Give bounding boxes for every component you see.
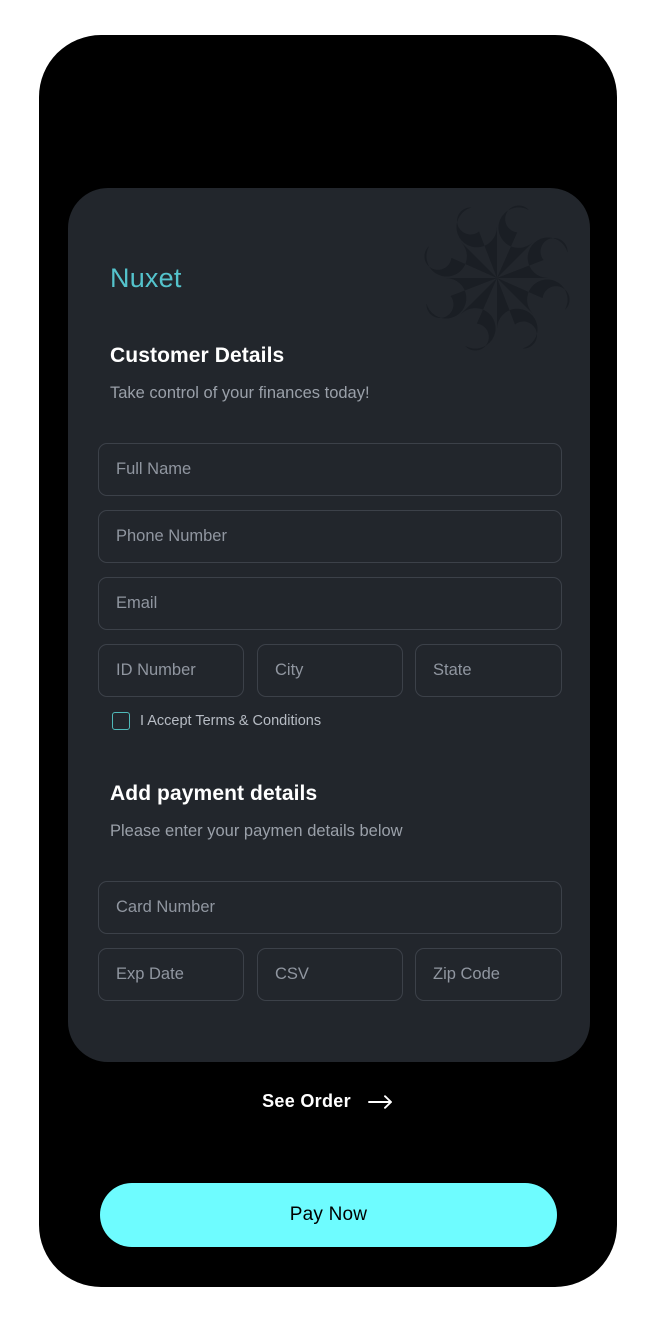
phone-screen: Nuxet Customer Details Take control of y… <box>39 35 617 1287</box>
checkout-card: Nuxet Customer Details Take control of y… <box>68 188 590 1062</box>
payment-details-title: Add payment details <box>110 782 318 805</box>
accept-terms-checkbox[interactable] <box>112 712 130 730</box>
customer-details-title: Customer Details <box>110 344 285 367</box>
pay-now-button[interactable]: Pay Now <box>100 1183 557 1247</box>
phone-device-frame: Nuxet Customer Details Take control of y… <box>36 32 620 1290</box>
accept-terms-label: I Accept Terms & Conditions <box>140 713 322 729</box>
state-input[interactable] <box>415 644 562 697</box>
zip-code-input[interactable] <box>415 948 562 1001</box>
id-number-input[interactable] <box>98 644 244 697</box>
phone-number-input[interactable] <box>98 510 562 563</box>
exp-date-input[interactable] <box>98 948 244 1001</box>
card-number-input[interactable] <box>98 881 562 934</box>
email-input[interactable] <box>98 577 562 630</box>
brand-name: Nuxet <box>110 263 182 293</box>
full-name-input[interactable] <box>98 443 562 496</box>
payment-details-subtitle: Please enter your paymen details below <box>110 822 403 840</box>
screenshot-stage: Nuxet Customer Details Take control of y… <box>0 0 656 1326</box>
flower-pinwheel-logo-icon <box>424 205 570 351</box>
see-order-link[interactable]: See Order <box>39 1091 617 1112</box>
accept-terms-row[interactable]: I Accept Terms & Conditions <box>112 712 321 730</box>
customer-details-subtitle: Take control of your finances today! <box>110 384 370 402</box>
see-order-label: See Order <box>262 1091 351 1111</box>
phone-notch <box>178 35 478 69</box>
arrow-right-icon <box>367 1094 394 1110</box>
city-input[interactable] <box>257 644 403 697</box>
csv-input[interactable] <box>257 948 403 1001</box>
